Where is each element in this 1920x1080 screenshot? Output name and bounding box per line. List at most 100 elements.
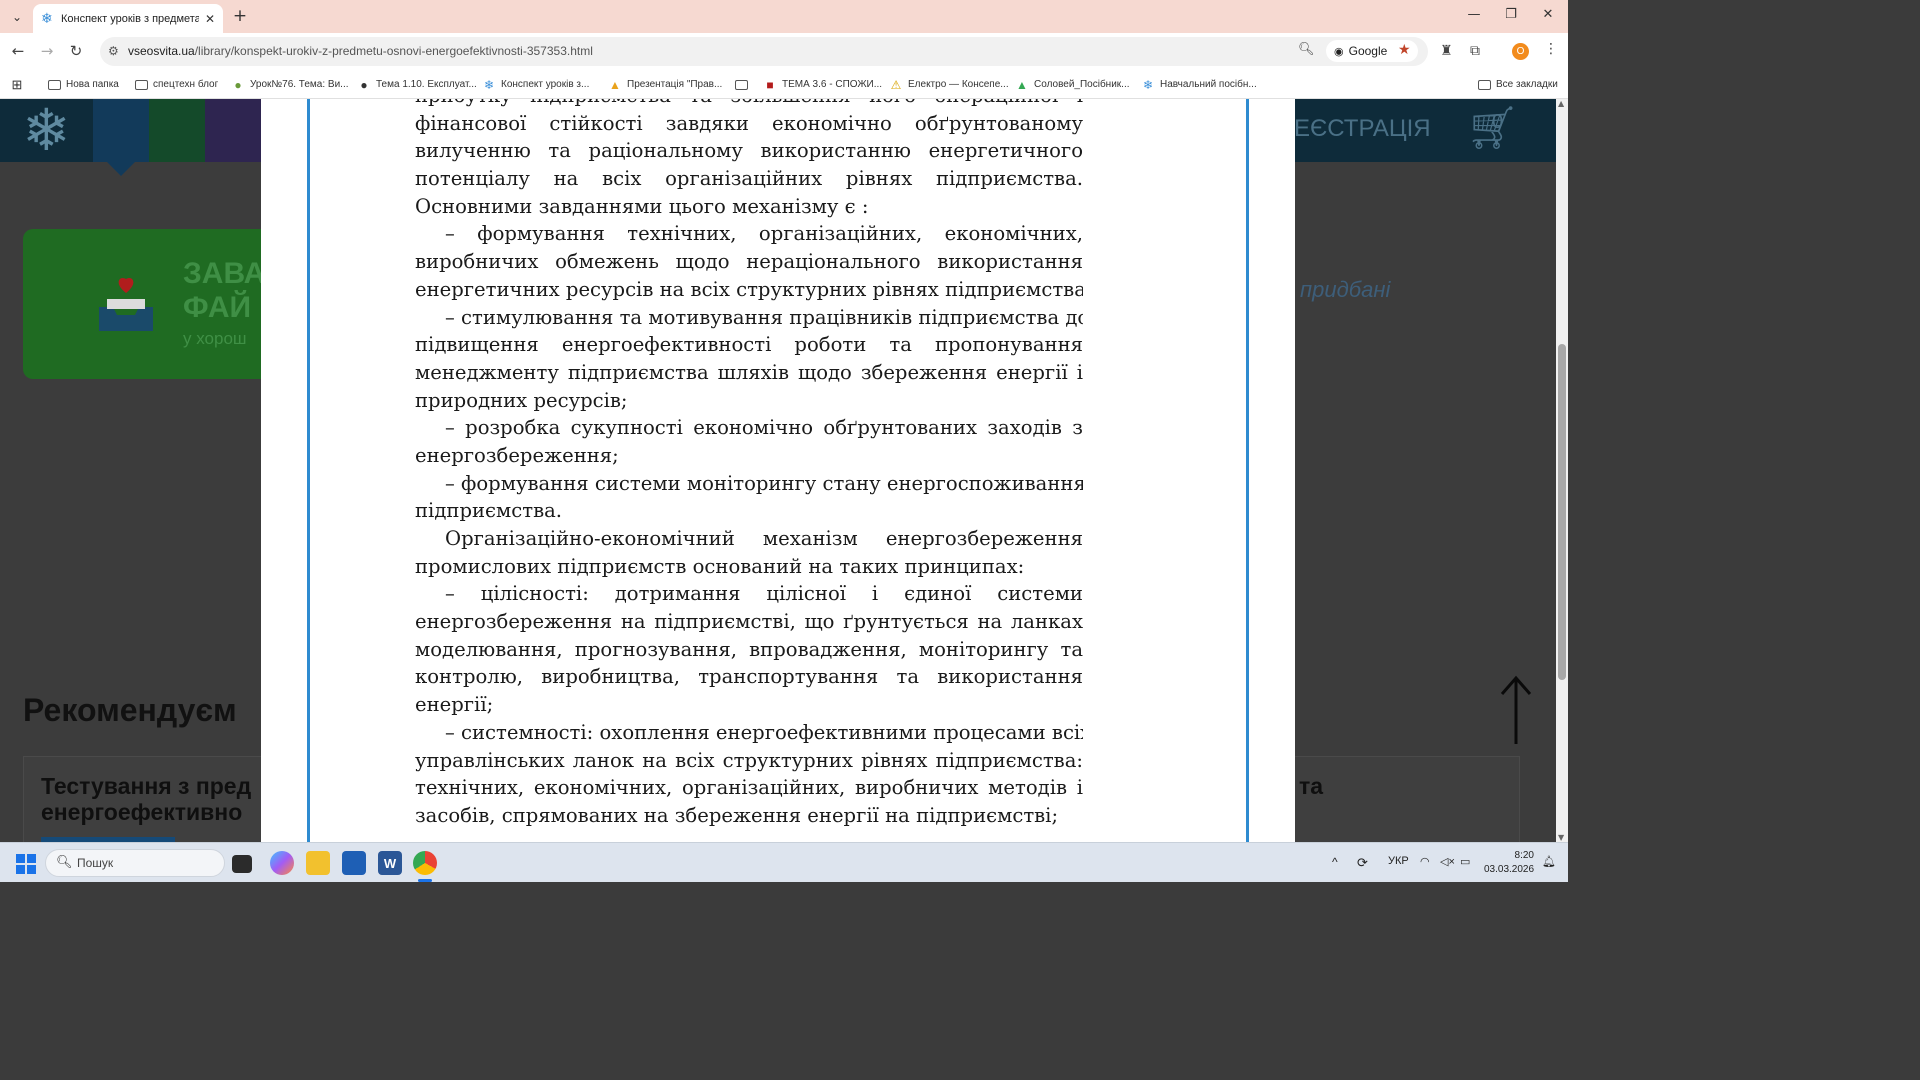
apps-icon[interactable]: ⊞	[10, 76, 29, 93]
bookmark-label: Нова папка	[66, 79, 119, 90]
document-line: управлінських ланок на всіх структурних …	[415, 748, 1083, 772]
bookmark-item[interactable]: Нова папка	[48, 76, 119, 93]
profile-avatar[interactable]: O	[1512, 43, 1529, 60]
menu-icon[interactable]: ⋮	[1544, 41, 1558, 57]
reload-button[interactable]: ↻	[66, 41, 86, 61]
clock[interactable]: 8:20 03.03.2026	[1484, 849, 1534, 877]
windows-start-icon[interactable]	[16, 854, 36, 874]
taskbar-search-label: Пошук	[77, 856, 114, 870]
folder-icon	[1478, 80, 1491, 90]
bookmark-label: Соловей_Посібник...	[1034, 79, 1130, 90]
bookmark-item[interactable]: ▲ Соловей_Посібник...	[1015, 76, 1130, 93]
restore-button[interactable]: ❐	[1501, 7, 1521, 27]
word-icon[interactable]: W	[378, 851, 402, 875]
document-viewer[interactable]: прибутку підприємства та збільшення його…	[261, 99, 1295, 842]
new-tab-button[interactable]: +	[230, 6, 250, 26]
folder-icon	[735, 80, 748, 90]
chrome-icon[interactable]	[413, 851, 437, 875]
close-window-button[interactable]: ✕	[1538, 7, 1558, 27]
document-line: Основними завданнями цього механізму є :	[415, 194, 869, 218]
document-line: природних ресурсів;	[415, 388, 628, 412]
wifi-icon[interactable]: ◠	[1420, 855, 1430, 868]
lens-icon: ◉	[1334, 45, 1344, 58]
site-icon: ▲	[609, 77, 621, 92]
minimize-button[interactable]: —	[1464, 7, 1484, 27]
bookmark-item[interactable]: спецтехн блог	[135, 76, 218, 93]
address-bar[interactable]: ⚙ vseosvita.ua/library/konspekt-urokiv-z…	[100, 37, 1428, 66]
bookmark-star-icon[interactable]: ★	[1398, 42, 1411, 58]
store-icon[interactable]	[342, 851, 366, 875]
document-line: – розробка сукупності економічно обґрунт…	[445, 416, 1083, 440]
extension-icon[interactable]: ♜	[1440, 43, 1453, 59]
battery-icon[interactable]: ▭	[1460, 855, 1470, 868]
document-line: – системності: охоплення енергоефективни…	[445, 720, 1083, 744]
all-bookmarks[interactable]: Все закладки	[1478, 76, 1558, 93]
document-line: енергетичних ресурсів на всіх структурни…	[415, 277, 1083, 301]
bookmark-label: Урок№76. Тема: Ви...	[250, 79, 349, 90]
drive-icon: ▲	[1016, 77, 1028, 92]
bookmark-item[interactable]: ■ ТЕМА 3.6 - СПОЖИ...	[763, 76, 882, 93]
document-line: енергії;	[415, 693, 494, 717]
recommended-card-title: Тестування з пред енергоефективно	[41, 773, 252, 825]
promo-title-line2: ФАЙ	[183, 291, 252, 324]
browser-toolbar: ← → ↻ ⚙ vseosvita.ua/library/konspekt-ur…	[0, 33, 1568, 70]
promo-title-line1: ЗАВА	[183, 257, 266, 290]
bookmark-label: Презентація "Прав...	[627, 79, 723, 90]
nav-pointer	[107, 162, 135, 176]
document-line: – формування системи моніторингу стану е…	[445, 471, 1083, 495]
folder-icon	[135, 80, 148, 90]
document-line: виробничих обмежень щодо нераціонального…	[415, 250, 1083, 274]
bookmark-item[interactable]: ❄ Навчальний посібн...	[1141, 76, 1257, 93]
download-tray-icon	[99, 277, 153, 331]
bookmark-item[interactable]: ⚠ Електро — Консепе...	[889, 76, 1009, 93]
zoom-icon[interactable]: 🔍︎	[1298, 42, 1315, 57]
bookmark-item[interactable]: ● Урок№76. Тема: Ви...	[231, 76, 349, 93]
bookmark-label: спецтехн блог	[153, 79, 219, 90]
document-line: – стимулювання та мотивування працівникі…	[445, 305, 1083, 329]
taskbar-search[interactable]: 🔍︎ Пошук	[45, 849, 225, 877]
language-indicator[interactable]: УКР	[1388, 855, 1409, 867]
close-icon[interactable]: ✕	[205, 12, 215, 26]
document-text: прибутку підприємства та збільшення його…	[415, 99, 1083, 830]
tab-search-button[interactable]: ⌄	[6, 6, 28, 28]
page-scrollbar[interactable]: ▲ ▼	[1556, 99, 1568, 842]
document-line: моделювання, прогнозування, впровадження…	[415, 637, 1083, 661]
document-line: Організаційно-економічний механізм енерг…	[445, 527, 1083, 550]
bookmark-item[interactable]	[735, 76, 753, 93]
sync-icon[interactable]: ⟳	[1357, 855, 1368, 871]
scrollbar-thumb[interactable]	[1558, 344, 1566, 680]
scroll-up-icon[interactable]: ▲	[1558, 99, 1564, 108]
tools-nav-icon[interactable]	[205, 99, 261, 162]
site-icon: ●	[234, 77, 242, 92]
tab-active[interactable]: ❄ Конспект уроків з предмета "С ✕	[33, 4, 223, 33]
chevron-up-icon[interactable]: ^	[1332, 855, 1338, 869]
scroll-to-top-icon[interactable]	[1500, 674, 1532, 746]
site-logo-icon[interactable]: ❄	[22, 101, 71, 159]
bookmark-label: ТЕМА 3.6 - СПОЖИ...	[782, 79, 883, 90]
bookmark-item[interactable]: ● Тема 1.10. Експлуат...	[357, 76, 476, 93]
scroll-down-icon[interactable]: ▼	[1558, 833, 1564, 842]
notification-icon[interactable]: 🔔︎	[1542, 855, 1556, 868]
taskbar: 🔍︎ Пошук W ^ ⟳ УКР ◠ ◁× ▭ 8:20 03.03.202…	[0, 842, 1568, 882]
google-chip-label: Google	[1348, 44, 1388, 58]
snowflake-icon: ❄	[41, 10, 53, 27]
volume-icon[interactable]: ◁×	[1440, 855, 1455, 868]
back-button[interactable]: ←	[8, 41, 28, 61]
register-link[interactable]: ЕЄСТРАЦІЯ	[1294, 115, 1431, 143]
task-view-icon[interactable]	[232, 855, 252, 873]
site-info-icon[interactable]: ⚙	[108, 44, 119, 58]
promo-card[interactable]: ЗАВА ФАЙ у хорош	[23, 229, 283, 379]
url-domain: vseosvita.ua	[128, 44, 195, 58]
copilot-icon[interactable]	[270, 851, 294, 875]
forward-button[interactable]: →	[37, 41, 57, 61]
bookmark-item[interactable]: ▲ Презентація "Прав...	[608, 76, 722, 93]
address-url[interactable]: vseosvita.ua/library/konspekt-urokiv-z-p…	[128, 44, 593, 58]
bookmark-item[interactable]: ❄ Конспект уроків з...	[482, 76, 589, 93]
cart-icon[interactable]: 🛒︎ 0	[1466, 103, 1522, 153]
tab-title: Конспект уроків з предмета "С	[61, 12, 199, 25]
extensions-puzzle-icon[interactable]: ⧉	[1470, 43, 1480, 59]
promo-title: ЗАВА ФАЙ	[183, 257, 265, 325]
file-explorer-icon[interactable]	[306, 851, 330, 875]
lessons-nav-icon[interactable]	[93, 99, 149, 162]
tests-nav-icon[interactable]	[149, 99, 205, 162]
